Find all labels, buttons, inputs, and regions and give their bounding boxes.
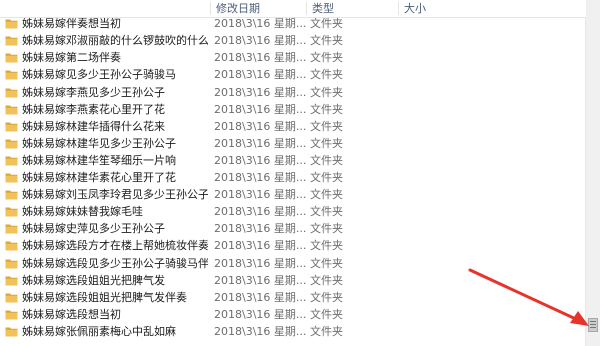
folder-icon [5,224,18,234]
folder-name: 姊妹易嫁选段方才在楼上帮她梳妆伴奏 [22,239,208,253]
folder-type: 文件夹 [310,171,343,184]
folder-row[interactable]: 姊妹易嫁妹妹替我嫁毛哇 2018\3\16 星期... 文件夹 [0,203,586,220]
column-header-name[interactable] [0,2,210,15]
folder-type: 文件夹 [310,102,343,116]
folder-row[interactable]: 姊妹易嫁李燕素花心里开了花 2018\3\16 星期... 文件夹 [0,101,586,118]
folder-modified-date: 2018\3\16 星期... [214,290,306,304]
folder-type: 文件夹 [310,256,343,270]
folder-modified-date: 2018\3\16 星期... [214,222,306,236]
folder-name: 姊妹易嫁选段想当初 [22,307,121,321]
folder-icon [5,36,18,46]
column-header-bar: 修改日期 类型 大小 [0,0,586,18]
folder-icon [5,190,18,200]
folder-icon [5,207,18,217]
folder-row[interactable]: 姊妹易嫁第二场伴奏 2018\3\16 星期... 文件夹 [0,49,586,66]
folder-type: 文件夹 [310,290,343,304]
folder-modified-date: 2018\3\16 星期... [214,119,306,133]
folder-name: 姊妹易嫁林建华笙琴细乐一片响 [22,153,176,167]
folder-row[interactable]: 姊妹易嫁李燕见多少王孙公子 2018\3\16 星期... 文件夹 [0,84,586,101]
folder-row[interactable]: 姊妹易嫁见多少王孙公子骑骏马 2018\3\16 星期... 文件夹 [0,66,586,83]
scrollbar-thumb[interactable] [588,318,598,332]
folder-icon [5,19,18,29]
folder-type: 文件夹 [310,239,343,253]
folder-modified-date: 2018\3\16 星期... [214,34,306,48]
folder-row[interactable]: 姊妹易嫁林建华素花心里开了花 2018\3\16 星期... 文件夹 [0,169,586,186]
folder-icon [5,276,18,286]
folder-name: 姊妹易嫁妹妹替我嫁毛哇 [22,205,143,219]
folder-name: 姊妹易嫁林建华见多少王孙公子 [22,136,176,150]
folder-name: 姊妹易嫁张佩丽素梅心中乱如麻 [22,324,176,338]
folder-modified-date: 2018\3\16 星期... [214,256,306,270]
folder-name: 姊妹易嫁林建华插得什么花来 [22,119,165,133]
folder-icon [5,122,18,132]
folder-row[interactable]: 姊妹易嫁林建华笙琴细乐一片响 2018\3\16 星期... 文件夹 [0,152,586,169]
folder-row[interactable]: 姊妹易嫁选段姐姐光把脾气发伴奏 2018\3\16 星期... 文件夹 [0,289,586,306]
folder-name: 姊妹易嫁邓淑丽敲的什么锣鼓吹的什么笙 [22,34,208,48]
folder-row[interactable]: 姊妹易嫁选段方才在楼上帮她梳妆伴奏 2018\3\16 星期... 文件夹 [0,237,586,254]
folder-type: 文件夹 [310,153,343,167]
folder-modified-date: 2018\3\16 星期... [214,102,306,116]
folder-icon [5,53,18,63]
folder-row[interactable]: 姊妹易嫁邓淑丽敲的什么锣鼓吹的什么笙 2018\3\16 星期... 文件夹 [0,32,586,49]
folder-icon [5,310,18,320]
folder-type: 文件夹 [310,119,343,133]
folder-modified-date: 2018\3\16 星期... [214,324,306,338]
folder-icon [5,327,18,337]
folder-type: 文件夹 [310,85,343,99]
folder-modified-date: 2018\3\16 星期... [214,68,306,82]
folder-icon [5,156,18,166]
folder-modified-date: 2018\3\16 星期... [214,171,306,184]
folder-modified-date: 2018\3\16 星期... [214,85,306,99]
folder-type: 文件夹 [310,273,343,287]
folder-modified-date: 2018\3\16 星期... [214,153,306,167]
folder-modified-date: 2018\3\16 星期... [214,136,306,150]
folder-type: 文件夹 [310,324,343,338]
folder-name: 姊妹易嫁选段姐姐光把脾气发伴奏 [22,290,187,304]
folder-icon [5,173,18,183]
folder-type: 文件夹 [310,307,343,321]
folder-icon [5,293,18,303]
folder-name: 姊妹易嫁第二场伴奏 [22,51,121,65]
column-header-date[interactable]: 修改日期 [210,2,306,15]
folder-modified-date: 2018\3\16 星期... [214,205,306,219]
folder-icon [5,241,18,251]
folder-modified-date: 2018\3\16 星期... [214,188,306,202]
folder-icon [5,105,18,115]
vertical-scrollbar[interactable] [585,0,600,346]
folder-type: 文件夹 [310,51,343,65]
folder-type: 文件夹 [310,205,343,219]
folder-icon [5,70,18,80]
folder-name: 姊妹易嫁刘玉凤李玲君见多少王孙公子 [22,188,208,202]
folder-type: 文件夹 [310,68,343,82]
folder-modified-date: 2018\3\16 星期... [214,307,306,321]
folder-name: 姊妹易嫁见多少王孙公子骑骏马 [22,68,176,82]
folder-row[interactable]: 姊妹易嫁选段姐姐光把脾气发 2018\3\16 星期... 文件夹 [0,272,586,289]
folder-row[interactable]: 姊妹易嫁选段见多少王孙公子骑骏马伴奏 2018\3\16 星期... 文件夹 [0,255,586,272]
folder-modified-date: 2018\3\16 星期... [214,239,306,253]
folder-name: 姊妹易嫁选段姐姐光把脾气发 [22,273,165,287]
folder-type: 文件夹 [310,34,343,48]
folder-name: 姊妹易嫁选段见多少王孙公子骑骏马伴奏 [22,256,208,270]
folder-modified-date: 2018\3\16 星期... [214,273,306,287]
folder-icon [5,88,18,97]
folder-row[interactable]: 姊妹易嫁刘玉凤李玲君见多少王孙公子 2018\3\16 星期... 文件夹 [0,186,586,203]
folder-row[interactable]: 姊妹易嫁史萍见多少王孙公子 2018\3\16 星期... 文件夹 [0,220,586,237]
folder-name: 姊妹易嫁李燕见多少王孙公子 [22,85,165,99]
folder-row[interactable]: 姊妹易嫁林建华见多少王孙公子 2018\3\16 星期... 文件夹 [0,135,586,152]
folder-icon [5,259,18,268]
folder-modified-date: 2018\3\16 星期... [214,51,306,65]
folder-type: 文件夹 [310,188,343,202]
column-header-size[interactable]: 大小 [398,2,488,15]
folder-type: 文件夹 [310,136,343,150]
column-header-type[interactable]: 类型 [306,2,398,15]
folder-name: 姊妹易嫁林建华素花心里开了花 [22,171,176,184]
folder-row[interactable]: 姊妹易嫁林建华插得什么花来 2018\3\16 星期... 文件夹 [0,118,586,135]
folder-icon [5,139,18,149]
folder-row[interactable]: 姊妹易嫁选段想当初 2018\3\16 星期... 文件夹 [0,306,586,323]
folder-row[interactable]: 姊妹易嫁张佩丽素梅心中乱如麻 2018\3\16 星期... 文件夹 [0,323,586,340]
folder-name: 姊妹易嫁李燕素花心里开了花 [22,102,165,116]
folder-type: 文件夹 [310,222,343,236]
folder-name: 姊妹易嫁史萍见多少王孙公子 [22,222,165,236]
